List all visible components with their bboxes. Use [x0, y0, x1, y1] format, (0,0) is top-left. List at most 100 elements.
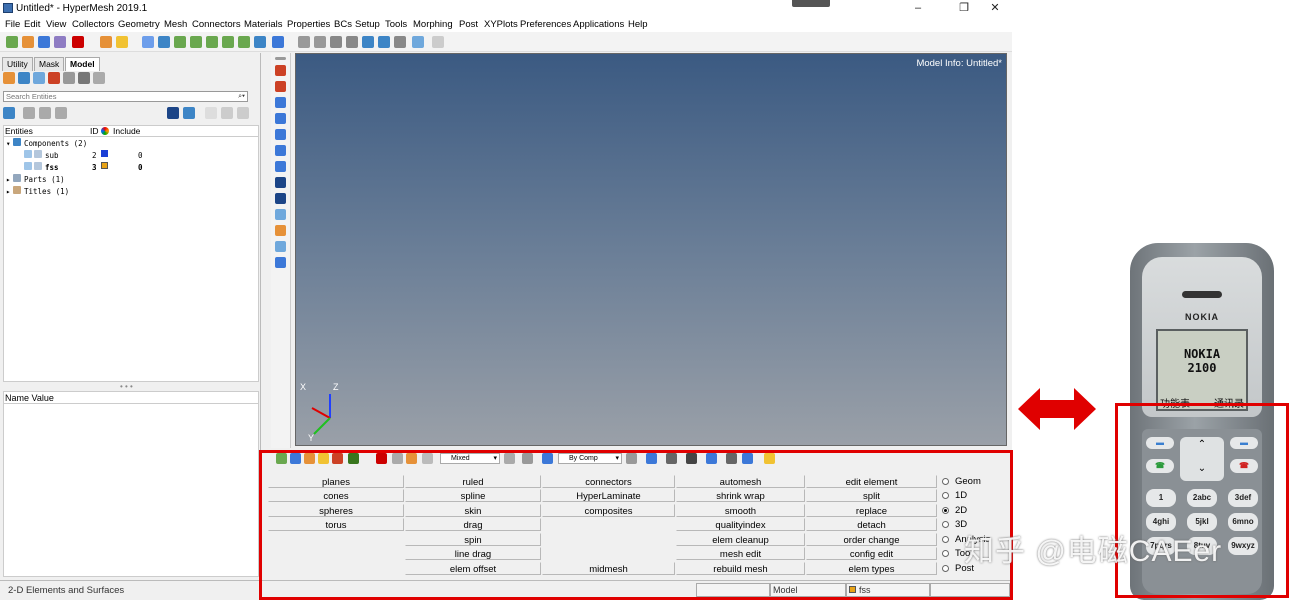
hand-icon[interactable] [346, 36, 358, 48]
import-icon[interactable] [54, 36, 66, 48]
select-cursor-icon[interactable] [205, 107, 217, 119]
redo-icon[interactable] [432, 36, 444, 48]
display-icon[interactable] [275, 241, 286, 252]
menu-post[interactable]: Post [459, 19, 478, 30]
show-icon[interactable] [23, 107, 35, 119]
component-color-sub[interactable] [101, 150, 108, 157]
zoom-window-icon[interactable] [298, 36, 310, 48]
component-view-icon[interactable] [3, 72, 15, 84]
column-id[interactable]: ID [90, 126, 99, 136]
isolate-icon[interactable] [55, 107, 67, 119]
component-visibility-icon[interactable] [24, 162, 32, 170]
view-right-icon[interactable] [222, 36, 234, 48]
menu-geometry[interactable]: Geometry [118, 19, 160, 30]
menu-properties[interactable]: Properties [287, 19, 330, 30]
view-front-icon[interactable] [174, 36, 186, 48]
open-icon[interactable] [22, 36, 34, 48]
tab-mask[interactable]: Mask [34, 57, 65, 71]
plane-icon[interactable] [275, 257, 286, 268]
menu-materials[interactable]: Materials [244, 19, 283, 30]
eye-show-icon[interactable] [221, 107, 233, 119]
mesh-icon[interactable] [275, 145, 286, 156]
view-top-icon[interactable] [238, 36, 250, 48]
zoom-icon[interactable] [142, 36, 154, 48]
material-icon[interactable] [33, 72, 45, 84]
include-icon[interactable] [63, 72, 75, 84]
minimize-button[interactable]: – [904, 1, 932, 16]
magnet-icon[interactable] [275, 177, 286, 188]
menu-applications[interactable]: Applications [573, 19, 624, 30]
tree-row-fss[interactable]: fss 3 0 [4, 162, 258, 174]
tree-row-parts[interactable]: ▸ Parts (1) [4, 174, 258, 186]
phone-brand: NOKIA [1185, 312, 1219, 322]
menu-view[interactable]: View [46, 19, 66, 30]
user-profile-icon[interactable] [100, 36, 112, 48]
filter-icon[interactable] [78, 72, 90, 84]
expand-icon[interactable]: ▸ [6, 186, 11, 198]
maximize-button[interactable]: ❐ [950, 1, 978, 16]
view-iso-icon[interactable] [254, 36, 266, 48]
measure-icon[interactable] [275, 209, 286, 220]
folder-icon[interactable] [116, 36, 128, 48]
surface-icon[interactable] [275, 97, 286, 108]
expand-icon[interactable]: ▾ [6, 138, 11, 150]
settings-icon[interactable] [93, 72, 105, 84]
eye-hide-icon[interactable] [237, 107, 249, 119]
menu-tools[interactable]: Tools [385, 19, 407, 30]
close-button[interactable]: ✕ [981, 1, 1009, 16]
menu-setup[interactable]: Setup [355, 19, 380, 30]
entity-type-icon[interactable] [3, 107, 15, 119]
menu-bcs[interactable]: BCs [334, 19, 352, 30]
tree-row-titles[interactable]: ▸ Titles (1) [4, 186, 258, 198]
undo-icon[interactable] [412, 36, 424, 48]
watermark-text: 知乎 @电磁CAEer [964, 535, 1223, 568]
component-visibility-icon[interactable] [24, 150, 32, 158]
spin-icon[interactable] [378, 36, 390, 48]
delete-icon[interactable] [275, 81, 286, 92]
tab-model[interactable]: Model [65, 57, 100, 71]
search-icon[interactable]: ⌕▾ [238, 92, 245, 101]
rotate-left-icon[interactable] [158, 36, 170, 48]
save-icon[interactable] [38, 36, 50, 48]
assembly-icon[interactable] [18, 72, 30, 84]
label-icon[interactable] [275, 225, 286, 236]
tab-utility[interactable]: Utility [2, 57, 33, 71]
solid-icon[interactable] [275, 113, 286, 124]
move-icon[interactable] [362, 36, 374, 48]
column-entities[interactable]: Entities [5, 126, 33, 136]
menu-connectors[interactable]: Connectors [192, 19, 241, 30]
menu-file[interactable]: File [5, 19, 20, 30]
color-mode-icon[interactable] [167, 107, 179, 119]
hide-icon[interactable] [39, 107, 51, 119]
menu-edit[interactable]: Edit [24, 19, 40, 30]
components-label: Components (2) [24, 139, 88, 148]
quality-icon[interactable] [275, 161, 286, 172]
view-left-icon[interactable] [206, 36, 218, 48]
menu-mesh[interactable]: Mesh [164, 19, 187, 30]
expand-icon[interactable]: ▸ [6, 174, 11, 186]
element-icon[interactable] [275, 129, 286, 140]
menu-help[interactable]: Help [628, 19, 648, 30]
new-model-icon[interactable] [6, 36, 18, 48]
center-icon[interactable] [394, 36, 406, 48]
pan-icon[interactable] [330, 36, 342, 48]
menu-morphing[interactable]: Morphing [413, 19, 453, 30]
display-mode-icon[interactable] [183, 107, 195, 119]
numbers-icon[interactable] [275, 193, 286, 204]
tree-row-sub[interactable]: sub 2 0 [4, 150, 258, 162]
graphics-viewport[interactable]: Model Info: Untitled* X Z Y [295, 53, 1007, 446]
component-color-fss[interactable] [101, 162, 108, 169]
property-icon[interactable] [48, 72, 60, 84]
column-include[interactable]: Include [113, 126, 140, 136]
fit-icon[interactable] [272, 36, 284, 48]
menu-preferences[interactable]: Preferences [520, 19, 571, 30]
view-back-icon[interactable] [190, 36, 202, 48]
edit-icon[interactable] [275, 65, 286, 76]
splitter-handle[interactable]: • • • [120, 382, 133, 391]
search-input[interactable]: Search Entities ⌕▾ [3, 91, 248, 102]
menu-xyplots[interactable]: XYPlots [484, 19, 518, 30]
export-icon[interactable] [72, 36, 84, 48]
menu-collectors[interactable]: Collectors [72, 19, 114, 30]
zoom-in-icon[interactable] [314, 36, 326, 48]
tree-row-components[interactable]: ▾ Components (2) [4, 138, 258, 150]
